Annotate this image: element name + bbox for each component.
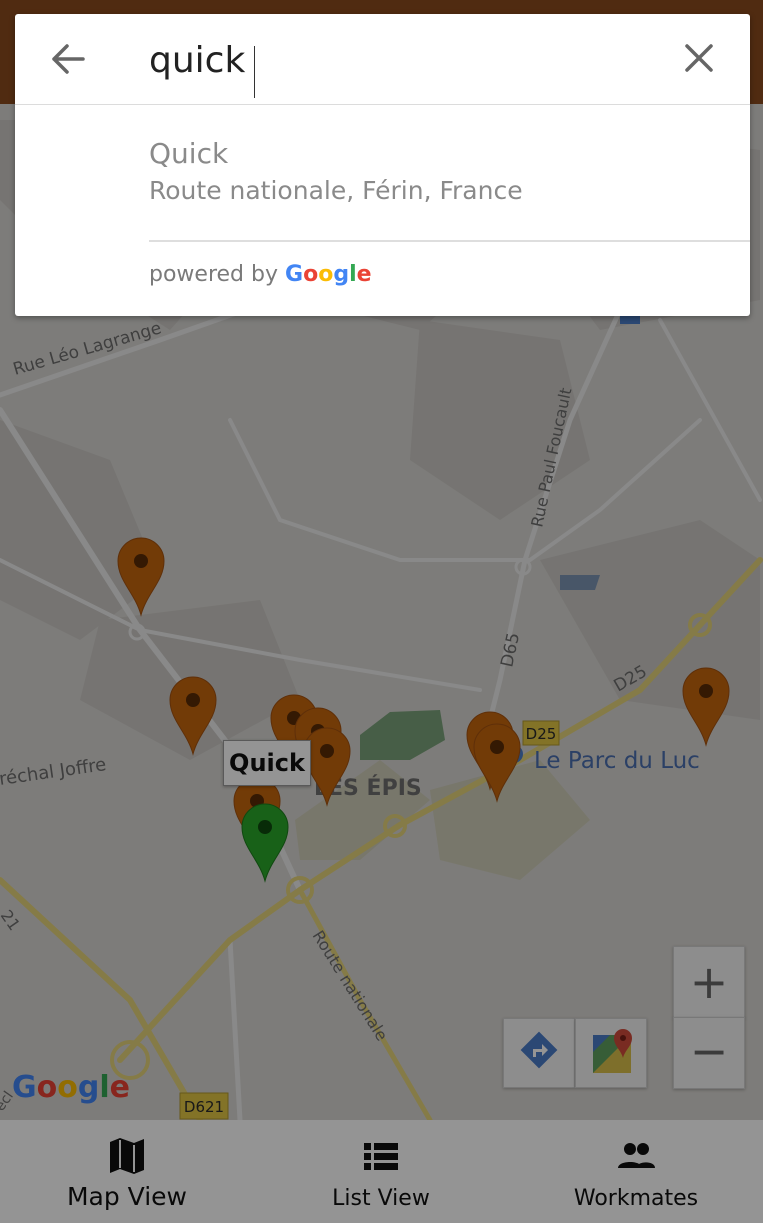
back-button[interactable] — [45, 36, 91, 82]
zoom-out-button[interactable]: − — [673, 1017, 745, 1089]
road-label-d65: D65 — [497, 631, 524, 669]
autocomplete-search-card: Quick Route nationale, Férin, France pow… — [15, 14, 750, 316]
suggestion-address: Route nationale, Férin, France — [149, 176, 523, 205]
g-letter: G — [285, 262, 304, 287]
nav-map-view[interactable]: Map View — [0, 1120, 254, 1223]
road-label-partial-21: 21 — [0, 906, 24, 934]
road-label-marechal: réchal Joffre — [0, 754, 108, 790]
list-icon — [364, 1143, 398, 1170]
powered-by-label: powered by — [149, 262, 278, 287]
place-label-parc-du-luc: Le Parc du Luc — [534, 748, 700, 774]
g-letter: o — [318, 262, 334, 287]
nav-list-view[interactable]: List View — [254, 1120, 508, 1223]
clear-search-button[interactable] — [679, 38, 719, 78]
search-input[interactable] — [149, 36, 649, 84]
text-caret — [254, 46, 255, 98]
people-icon — [618, 1143, 655, 1168]
road-shield-d25-text: D25 — [526, 725, 557, 743]
powered-by-google: powered by Google — [149, 262, 372, 287]
g-letter: o — [57, 1070, 78, 1105]
plus-icon: + — [689, 955, 729, 1009]
divider — [149, 240, 750, 242]
nav-label-list-view: List View — [332, 1186, 430, 1211]
road-label-route-nationale: Route nationale — [309, 927, 392, 1044]
g-letter: g — [77, 1070, 100, 1105]
g-letter: e — [109, 1070, 131, 1105]
g-letter: G — [12, 1070, 37, 1105]
nav-label-workmates: Workmates — [573, 1186, 699, 1211]
nav-label-map-view: Map View — [66, 1182, 188, 1211]
minus-icon: − — [689, 1024, 729, 1078]
google-wordmark: Google — [285, 262, 372, 287]
google-maps-button[interactable] — [575, 1018, 647, 1088]
map-icon — [110, 1138, 144, 1174]
nav-workmates[interactable]: Workmates — [509, 1120, 763, 1223]
zoom-in-button[interactable]: + — [673, 946, 745, 1018]
marker-info-window[interactable]: Quick — [223, 740, 311, 786]
suggestion-title: Quick — [149, 137, 229, 170]
g-letter: g — [333, 262, 350, 287]
directions-icon — [520, 1031, 558, 1069]
google-maps-icon — [593, 1029, 632, 1073]
bottom-navigation: Map View List View Workmates — [0, 1120, 763, 1223]
google-map-logo: Google — [12, 1070, 130, 1105]
road-shield-d621-text: D621 — [184, 1098, 224, 1116]
marker[interactable] — [682, 667, 730, 747]
g-letter: l — [99, 1070, 110, 1105]
suggestion-item[interactable]: Quick Route nationale, Férin, France — [149, 136, 709, 208]
search-bar — [15, 14, 750, 105]
g-letter: o — [303, 262, 319, 287]
selected-marker[interactable] — [241, 803, 289, 883]
directions-button[interactable] — [503, 1018, 575, 1088]
g-letter: o — [36, 1070, 58, 1105]
g-letter: e — [356, 262, 372, 287]
g-letter: l — [349, 262, 357, 287]
